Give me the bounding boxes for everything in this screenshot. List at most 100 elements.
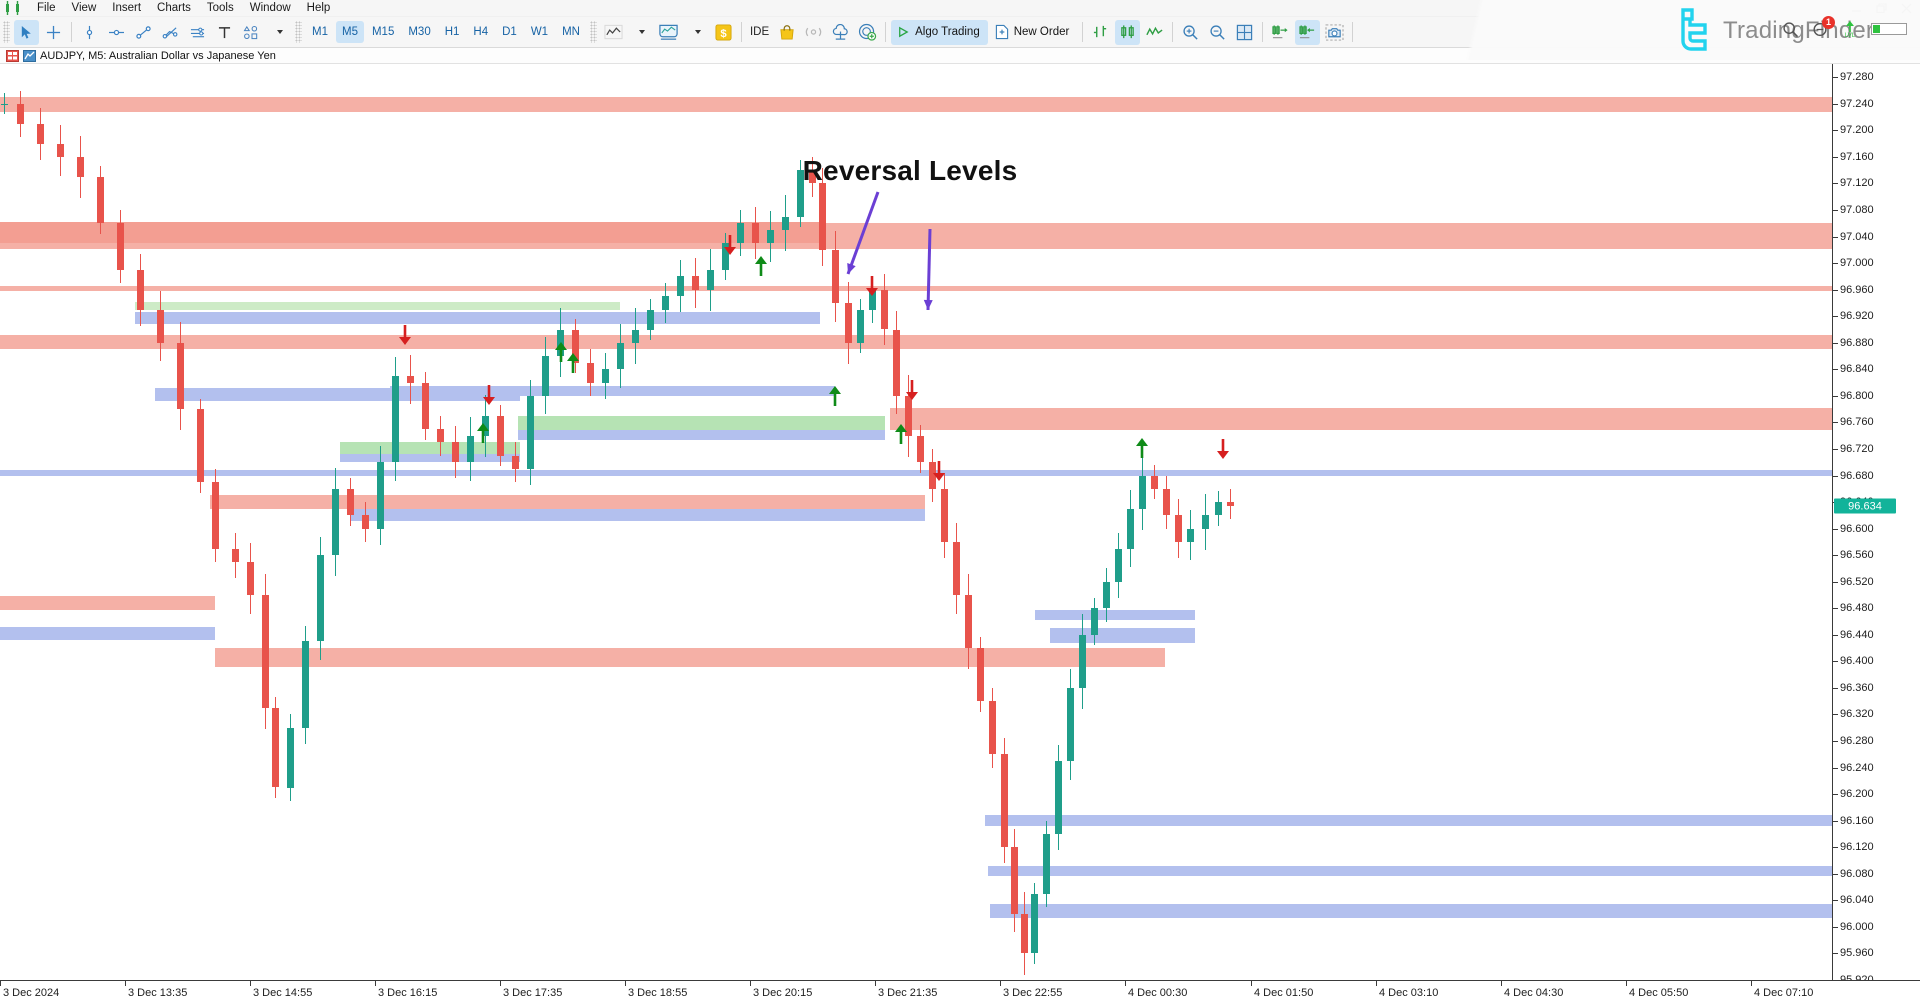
channel-tool-button[interactable] [185, 20, 210, 45]
price-label: 97.280 [1840, 71, 1874, 83]
cloud-upload-button[interactable] [828, 20, 853, 45]
menu-item-insert[interactable]: Insert [104, 1, 149, 15]
restore-icon[interactable] [1873, 1, 1889, 15]
menu-item-window[interactable]: Window [242, 1, 299, 15]
autoscroll-button[interactable] [1295, 20, 1320, 45]
timeframe-h4[interactable]: H4 [467, 21, 494, 43]
cursor-tool-button[interactable] [14, 20, 39, 45]
menu-item-view[interactable]: View [64, 1, 105, 15]
notification-count-badge: 1 [1822, 16, 1835, 29]
toolbar-separator [741, 22, 742, 42]
candlestick-chart-button[interactable] [1115, 20, 1140, 45]
timeframe-m15[interactable]: M15 [366, 21, 400, 43]
indicators-grip[interactable] [590, 21, 597, 43]
price-tick [1833, 661, 1838, 662]
annotations-layer: Reversal Levels [0, 64, 1832, 980]
current-price-badge: 96.634 [1834, 499, 1896, 514]
timeframe-mn[interactable]: MN [556, 21, 586, 43]
algo-trading-label: Algo Trading [915, 26, 980, 38]
screenshot-button[interactable] [1322, 20, 1347, 45]
timeframe-m1[interactable]: M1 [306, 21, 334, 43]
grid-toggle-button[interactable] [1232, 20, 1257, 45]
price-axis[interactable]: 97.28097.24097.20097.16097.12097.08097.0… [1832, 64, 1920, 980]
toolbar-grip[interactable] [3, 21, 10, 43]
chart-symbol-icon [23, 50, 36, 62]
bar-chart-button[interactable] [1088, 20, 1113, 45]
market-button[interactable] [774, 20, 799, 45]
price-tick [1833, 635, 1838, 636]
price-tick [1833, 688, 1838, 689]
new-order-button[interactable]: New Order [990, 20, 1078, 45]
signals-button[interactable] [801, 20, 826, 45]
minimize-icon[interactable] [1848, 1, 1864, 15]
menu-item-charts[interactable]: Charts [149, 1, 199, 15]
price-label: 96.560 [1840, 549, 1874, 561]
menu-item-file[interactable]: File [29, 1, 64, 15]
price-label: 96.280 [1840, 735, 1874, 747]
close-icon[interactable] [1898, 1, 1914, 15]
line-chart-button[interactable] [1142, 20, 1167, 45]
time-tick [875, 981, 876, 986]
price-tick [1833, 449, 1838, 450]
annotation-pointer-arrow-icon [914, 223, 944, 329]
timeframe-w1[interactable]: W1 [525, 21, 554, 43]
time-axis[interactable]: 3 Dec 20243 Dec 13:353 Dec 14:553 Dec 16… [0, 980, 1920, 1006]
templates-dropdown-button[interactable] [684, 20, 709, 45]
price-label: 96.320 [1840, 708, 1874, 720]
price-tick [1833, 794, 1838, 795]
toolbar-separator [1172, 22, 1173, 42]
chart-plot-area[interactable]: Reversal Levels [0, 64, 1832, 980]
time-tick [0, 981, 1, 986]
trendline-tool-button[interactable] [131, 20, 156, 45]
price-tick [1833, 714, 1838, 715]
algo-trading-button[interactable]: Algo Trading [891, 20, 988, 45]
connection-strength-icon[interactable] [1871, 23, 1907, 35]
svg-text:LVL: LVL [1845, 33, 1856, 38]
timeframe-m30[interactable]: M30 [402, 21, 436, 43]
polyline-tool-button[interactable] [158, 20, 183, 45]
timeframe-m5[interactable]: M5 [336, 21, 364, 43]
time-tick [375, 981, 376, 986]
text-tool-button[interactable] [212, 20, 237, 45]
indicators-dropdown-button[interactable] [628, 20, 653, 45]
time-label: 3 Dec 14:55 [253, 987, 312, 999]
vps-button[interactable] [855, 20, 880, 45]
price-label: 96.880 [1840, 337, 1874, 349]
chevron-down-icon [639, 30, 645, 34]
notifications-icon[interactable]: 1 [1812, 21, 1829, 38]
indicators-button[interactable] [601, 20, 626, 45]
crosshair-tool-button[interactable] [41, 20, 66, 45]
price-tick [1833, 476, 1838, 477]
price-label: 96.400 [1840, 655, 1874, 667]
timeframe-grip[interactable] [295, 21, 302, 43]
vertical-line-tool-button[interactable] [77, 20, 102, 45]
currency-button[interactable]: $ [711, 20, 736, 45]
price-label: 96.080 [1840, 868, 1874, 880]
shift-end-button[interactable] [1268, 20, 1293, 45]
horizontal-line-tool-button[interactable] [104, 20, 129, 45]
price-label: 96.840 [1840, 363, 1874, 375]
price-label: 96.160 [1840, 815, 1874, 827]
price-label: 97.240 [1840, 98, 1874, 110]
price-tick [1833, 210, 1838, 211]
zoom-in-button[interactable] [1178, 20, 1203, 45]
price-tick [1833, 555, 1838, 556]
account-level-icon[interactable]: LVL [1842, 20, 1858, 38]
time-tick [1000, 981, 1001, 986]
price-tick [1833, 768, 1838, 769]
timeframe-group: M1 M5 M15 M30 H1 H4 D1 W1 MN [305, 17, 587, 48]
ide-button[interactable]: IDE [747, 20, 772, 45]
menu-item-help[interactable]: Help [299, 1, 339, 15]
timeframe-h1[interactable]: H1 [439, 21, 466, 43]
timeframe-d1[interactable]: D1 [496, 21, 523, 43]
search-icon[interactable] [1782, 21, 1799, 38]
time-label: 4 Dec 03:10 [1379, 987, 1438, 999]
zoom-out-button[interactable] [1205, 20, 1230, 45]
price-label: 96.480 [1840, 602, 1874, 614]
menu-item-tools[interactable]: Tools [199, 1, 242, 15]
templates-button[interactable] [655, 20, 682, 45]
price-label: 96.120 [1840, 841, 1874, 853]
shapes-tool-button[interactable] [239, 20, 264, 45]
chevron-down-icon [695, 30, 701, 34]
shapes-dropdown-button[interactable] [266, 20, 291, 45]
